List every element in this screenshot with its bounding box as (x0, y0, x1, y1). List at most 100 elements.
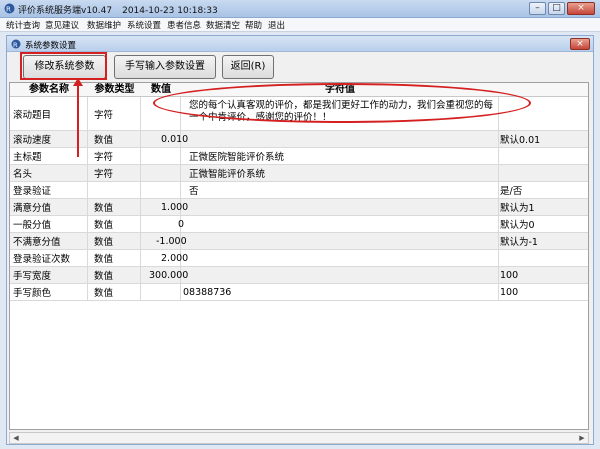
cell-default: 是/否 (500, 186, 523, 197)
cell-number: 0.010 (141, 131, 188, 147)
cell-string (181, 131, 499, 147)
cell-string: 否 (181, 182, 499, 198)
app-datetime: 2014-10-23 10:18:33 (122, 6, 218, 16)
menu-item-clear-data[interactable]: 数据清空 (206, 19, 240, 31)
menu-item-patient-info[interactable]: 患者信息 (167, 19, 201, 31)
cell-number (141, 284, 181, 300)
dialog-toolbar: 修改系统参数 手写输入参数设置 返回(R) (7, 52, 593, 82)
maximize-icon: □ (552, 3, 561, 13)
header-default[interactable] (499, 83, 588, 97)
cell-number: 300.000 (141, 267, 188, 283)
cell-string: 正微智能评价系统 (181, 165, 499, 181)
cell-type: 数值 (88, 199, 141, 215)
cell-string (181, 250, 499, 266)
table-row[interactable]: 登录验证次数 数值 2.000 (10, 250, 588, 267)
cell-type: 字符 (88, 97, 141, 130)
cell-number: 0 (141, 216, 184, 232)
svg-text:R: R (13, 41, 18, 49)
app-title: 评价系统服务端v10.47 2014-10-23 10:18:33 (18, 3, 218, 16)
scroll-left-icon[interactable]: ◀ (10, 433, 22, 443)
annotation-arrow-line (77, 82, 79, 157)
dialog-close-icon: × (576, 39, 584, 49)
cell-number (141, 97, 181, 130)
cell-type: 数值 (88, 233, 141, 249)
cell-name: 登录验证次数 (10, 250, 88, 266)
dialog-title: 系统参数设置 (25, 41, 77, 51)
cell-default: 默认为1 (500, 203, 535, 214)
cell-name: 不满意分值 (10, 233, 88, 249)
maximize-button[interactable]: □ (548, 2, 565, 15)
handwrite-settings-button[interactable]: 手写输入参数设置 (114, 55, 216, 79)
menu-item-suggestions[interactable]: 意见建议 (45, 19, 79, 31)
table-row[interactable]: 登录验证 否 是/否 (10, 182, 588, 199)
menu-item-stats[interactable]: 统计查询 (6, 19, 40, 31)
dialog-close-button[interactable]: × (570, 38, 590, 50)
cell-string: 08388736 (181, 284, 499, 300)
table-row[interactable]: 滚动速度 数值 0.010 默认0.01 (10, 131, 588, 148)
cell-number: 2.000 (141, 250, 188, 266)
cell-default (499, 165, 588, 181)
cell-name: 登录验证 (10, 182, 88, 198)
menu-bar: 统计查询 意见建议 数据维护 系统设置 患者信息 数据清空 帮助 退出 (0, 18, 600, 32)
cell-type: 数值 (88, 250, 141, 266)
close-button[interactable]: × (567, 2, 595, 15)
table-row[interactable]: 主标题 字符 正微医院智能评价系统 (10, 148, 588, 165)
cell-default (499, 97, 588, 130)
menu-item-system-settings[interactable]: 系统设置 (127, 19, 161, 31)
cell-type (88, 182, 141, 198)
menu-item-help[interactable]: 帮助 (245, 19, 262, 31)
cell-type: 字符 (88, 165, 141, 181)
cell-default: 默认为-1 (500, 237, 538, 248)
cell-type: 数值 (88, 131, 141, 147)
cell-name: 手写颜色 (10, 284, 88, 300)
cell-name: 一般分值 (10, 216, 88, 232)
minimize-button[interactable]: – (529, 2, 546, 15)
header-number[interactable]: 数值 (141, 83, 181, 97)
cell-name: 名头 (10, 165, 88, 181)
cell-default: 默认0.01 (500, 135, 541, 146)
close-icon: × (577, 3, 585, 13)
table-row[interactable]: 滚动题目 字符 您的每个认真客观的评价，都是我们更好工作的动力，我们会重视您的每… (10, 97, 588, 131)
table-row[interactable]: 手写宽度 数值 300.000 100 (10, 267, 588, 284)
header-string[interactable]: 字符值 (181, 83, 499, 97)
horizontal-scrollbar[interactable]: ◀ ▶ (9, 432, 589, 444)
dialog-titlebar: R 系统参数设置 × (7, 36, 593, 52)
cell-number (141, 165, 181, 181)
table-row[interactable]: 名头 字符 正微智能评价系统 (10, 165, 588, 182)
menu-item-exit[interactable]: 退出 (268, 19, 285, 31)
cell-string (181, 233, 499, 249)
cell-type: 数值 (88, 216, 141, 232)
cell-default (499, 148, 588, 164)
app-titlebar: R 评价系统服务端v10.47 2014-10-23 10:18:33 – □ × (0, 0, 600, 18)
table-row[interactable]: 手写颜色 数值 08388736 100 (10, 284, 588, 301)
cell-string: 您的每个认真客观的评价，都是我们更好工作的动力，我们会重视您的每一个中肯评价，感… (181, 97, 499, 130)
cell-string (181, 267, 499, 283)
minimize-icon: – (535, 3, 540, 13)
cell-name: 手写宽度 (10, 267, 88, 283)
system-params-window: R 系统参数设置 × 修改系统参数 手写输入参数设置 返回(R) 参数名称 参数… (6, 35, 594, 445)
cell-string (181, 199, 499, 215)
cell-number: 1.000 (141, 199, 188, 215)
annotation-arrow-head-icon (73, 78, 83, 86)
scroll-right-icon[interactable]: ▶ (576, 433, 588, 443)
params-grid[interactable]: 参数名称 参数类型 数值 字符值 滚动题目 字符 您的每个认真客观的评价，都是我… (9, 82, 589, 430)
app-logo-icon: R (4, 3, 15, 14)
cell-type: 数值 (88, 284, 141, 300)
app-title-text: 评价系统服务端v10.47 (18, 6, 113, 16)
table-row[interactable]: 满意分值 数值 1.000 默认为1 (10, 199, 588, 216)
cell-name: 满意分值 (10, 199, 88, 215)
table-row[interactable]: 一般分值 数值 0 默认为0 (10, 216, 588, 233)
grid-header: 参数名称 参数类型 数值 字符值 (10, 83, 588, 97)
svg-text:R: R (6, 6, 11, 14)
header-type[interactable]: 参数类型 (88, 83, 141, 97)
cell-default: 默认为0 (500, 220, 535, 231)
cell-type: 字符 (88, 148, 141, 164)
cell-string: 正微医院智能评价系统 (181, 148, 499, 164)
cell-default: 100 (500, 286, 519, 298)
cell-default (499, 250, 588, 266)
cell-number (141, 182, 181, 198)
modify-params-button[interactable]: 修改系统参数 (23, 55, 106, 79)
back-button[interactable]: 返回(R) (222, 55, 274, 79)
table-row[interactable]: 不满意分值 数值 -1.000 默认为-1 (10, 233, 588, 250)
menu-item-data-maintenance[interactable]: 数据维护 (87, 19, 121, 31)
